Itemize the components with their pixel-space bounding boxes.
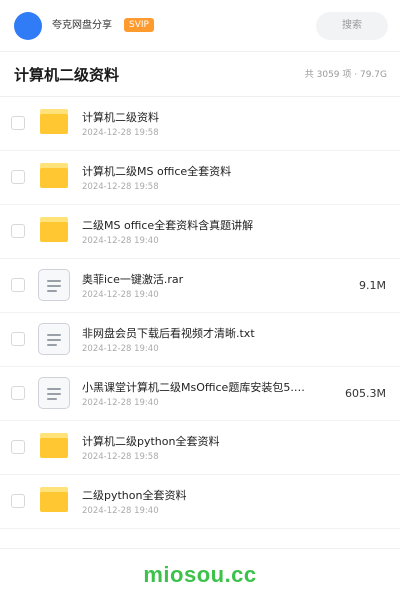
row-checkbox[interactable] — [11, 224, 25, 238]
item-name[interactable]: 计算机二级资料 — [82, 110, 310, 125]
folder-row[interactable]: 二级MS office全套资料含真题讲解 2024-12-28 19:40 — [0, 205, 400, 259]
item-name[interactable]: 奥菲ice一键激活.rar — [82, 272, 310, 287]
search-input[interactable]: 搜索 — [316, 12, 388, 40]
row-checkbox[interactable] — [11, 440, 25, 454]
item-date: 2024-12-28 19:40 — [82, 236, 159, 246]
item-date: 2024-12-28 19:58 — [82, 128, 159, 138]
item-size: 605.3M — [345, 387, 386, 400]
folder-titlebar: 计算机二级资料 共 3059 项 · 79.7G — [0, 53, 400, 97]
item-date: 2024-12-28 19:58 — [82, 182, 159, 192]
file-row[interactable]: 非网盘会员下载后看视频才清晰.txt 2024-12-28 19:40 — [0, 313, 400, 367]
item-name[interactable]: 二级python全套资料 — [82, 488, 310, 503]
footer-divider — [0, 548, 400, 549]
file-row[interactable]: 小黑课堂计算机二级MsOffice题库安装包5.9… 2024-12-28 19:… — [0, 367, 400, 421]
folder-row[interactable]: 计算机二级MS office全套资料 2024-12-28 19:58 — [0, 151, 400, 205]
item-date: 2024-12-28 19:40 — [82, 344, 159, 354]
item-size: 9.1M — [359, 279, 386, 292]
folder-icon — [38, 485, 70, 517]
item-date: 2024-12-28 19:40 — [82, 398, 159, 408]
item-name[interactable]: 二级MS office全套资料含真题讲解 — [82, 218, 310, 233]
folder-icon — [38, 431, 70, 463]
document-icon — [38, 269, 70, 301]
page-title: 计算机二级资料 — [14, 66, 120, 84]
document-icon — [38, 377, 70, 409]
item-name[interactable]: 计算机二级python全套资料 — [82, 434, 310, 449]
app-header: 夸克网盘分享 SVIP 搜索 — [0, 0, 400, 52]
item-name[interactable]: 非网盘会员下载后看视频才清晰.txt — [82, 326, 310, 341]
file-row[interactable]: 奥菲ice一键激活.rar 2024-12-28 19:40 9.1M — [0, 259, 400, 313]
watermark: miosou.cc — [143, 562, 257, 587]
row-checkbox[interactable] — [11, 494, 25, 508]
row-checkbox[interactable] — [11, 170, 25, 184]
document-icon — [38, 323, 70, 355]
row-checkbox[interactable] — [11, 386, 25, 400]
folder-icon — [38, 107, 70, 139]
folder-icon — [38, 215, 70, 247]
item-name[interactable]: 计算机二级MS office全套资料 — [82, 164, 310, 179]
folder-summary: 共 3059 项 · 79.7G — [304, 70, 387, 80]
username[interactable]: 夸克网盘分享 — [52, 19, 112, 33]
item-date: 2024-12-28 19:40 — [82, 290, 159, 300]
item-date: 2024-12-28 19:40 — [82, 506, 159, 516]
file-list: 计算机二级资料 2024-12-28 19:58 计算机二级MS office全套资… — [0, 97, 400, 529]
item-name[interactable]: 小黑课堂计算机二级MsOffice题库安装包5.9… — [82, 380, 310, 395]
row-checkbox[interactable] — [11, 332, 25, 346]
row-checkbox[interactable] — [11, 116, 25, 130]
folder-row[interactable]: 计算机二级python全套资料 2024-12-28 19:58 — [0, 421, 400, 475]
svip-badge: SVIP — [124, 18, 154, 32]
avatar[interactable] — [14, 12, 42, 40]
folder-row[interactable]: 二级python全套资料 2024-12-28 19:40 — [0, 475, 400, 529]
folder-icon — [38, 161, 70, 193]
item-date: 2024-12-28 19:58 — [82, 452, 159, 462]
folder-row[interactable]: 计算机二级资料 2024-12-28 19:58 — [0, 97, 400, 151]
row-checkbox[interactable] — [11, 278, 25, 292]
